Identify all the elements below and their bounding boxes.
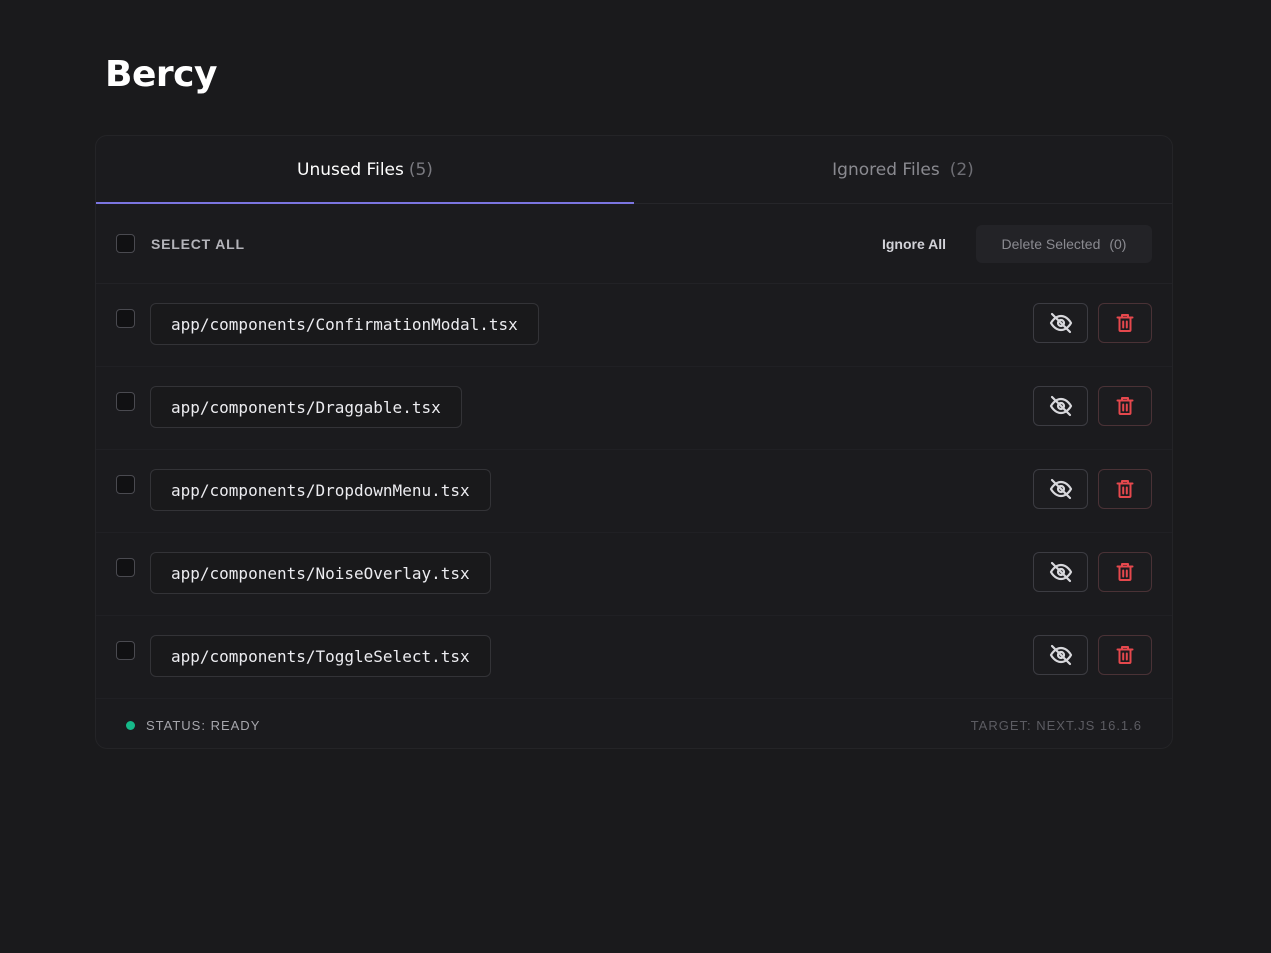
delete-selected-button[interactable]: Delete Selected (0) — [976, 224, 1152, 263]
trash-icon — [1116, 314, 1134, 332]
eye-off-icon — [1049, 395, 1072, 417]
delete-file-button[interactable] — [1098, 635, 1152, 675]
delete-file-button[interactable] — [1098, 303, 1152, 343]
file-checkbox[interactable] — [116, 391, 135, 411]
row-actions — [1033, 552, 1152, 592]
file-checkbox[interactable] — [116, 640, 135, 660]
delete-file-button[interactable] — [1098, 469, 1152, 509]
file-checkbox[interactable] — [116, 557, 135, 577]
tab-ignored-files-count: (2) — [949, 159, 974, 180]
row-actions — [1033, 635, 1152, 675]
select-all-checkbox[interactable] — [116, 234, 135, 253]
eye-off-icon — [1049, 478, 1072, 500]
delete-file-button[interactable] — [1098, 386, 1152, 426]
eye-off-icon — [1049, 561, 1072, 583]
file-list: app/components/ConfirmationModal.tsx app… — [96, 284, 1172, 699]
ignore-file-button[interactable] — [1033, 469, 1088, 509]
ignore-file-button[interactable] — [1033, 386, 1088, 426]
ignore-file-button[interactable] — [1033, 635, 1088, 675]
delete-selected-label: Delete Selected — [1001, 235, 1101, 252]
file-path: app/components/ConfirmationModal.tsx — [150, 303, 539, 345]
delete-selected-count: (0) — [1109, 235, 1127, 252]
files-panel: Unused Files (5) Ignored Files (2) SELEC… — [95, 135, 1173, 749]
file-path: app/components/NoiseOverlay.tsx — [150, 552, 491, 594]
tab-bar: Unused Files (5) Ignored Files (2) — [96, 136, 1172, 204]
file-row: app/components/NoiseOverlay.tsx — [96, 533, 1172, 616]
file-path: app/components/DropdownMenu.tsx — [150, 469, 491, 511]
trash-icon — [1116, 397, 1134, 415]
file-checkbox[interactable] — [116, 308, 135, 328]
tab-unused-files-label: Unused Files — [297, 159, 404, 180]
delete-file-button[interactable] — [1098, 552, 1152, 592]
status-text: STATUS: READY — [146, 717, 261, 733]
app-title: Bercy — [105, 54, 217, 95]
row-actions — [1033, 386, 1152, 426]
row-actions — [1033, 303, 1152, 343]
eye-off-icon — [1049, 644, 1072, 666]
row-actions — [1033, 469, 1152, 509]
eye-off-icon — [1049, 312, 1072, 334]
file-row: app/components/Draggable.tsx — [96, 367, 1172, 450]
file-row: app/components/DropdownMenu.tsx — [96, 450, 1172, 533]
tab-ignored-files-label: Ignored Files — [832, 159, 940, 180]
trash-icon — [1116, 646, 1134, 664]
target-text: TARGET: NEXT.JS 16.1.6 — [970, 717, 1142, 733]
tab-ignored-files[interactable]: Ignored Files (2) — [634, 136, 1172, 203]
file-path: app/components/Draggable.tsx — [150, 386, 462, 428]
file-row: app/components/ToggleSelect.tsx — [96, 616, 1172, 699]
ignore-file-button[interactable] — [1033, 552, 1088, 592]
trash-icon — [1116, 563, 1134, 581]
ignore-all-button[interactable]: Ignore All — [868, 228, 960, 260]
status-dot — [126, 720, 135, 730]
tab-unused-files[interactable]: Unused Files (5) — [96, 136, 634, 204]
toolbar: SELECT ALL Ignore All Delete Selected (0… — [96, 204, 1172, 284]
status-bar: STATUS: READY TARGET: NEXT.JS 16.1.6 — [96, 699, 1172, 748]
tab-unused-files-count: (5) — [408, 159, 433, 180]
file-row: app/components/ConfirmationModal.tsx — [96, 284, 1172, 367]
trash-icon — [1116, 480, 1134, 498]
file-checkbox[interactable] — [116, 474, 135, 494]
ignore-file-button[interactable] — [1033, 303, 1088, 343]
select-all-label: SELECT ALL — [151, 235, 245, 252]
file-path: app/components/ToggleSelect.tsx — [150, 635, 491, 677]
